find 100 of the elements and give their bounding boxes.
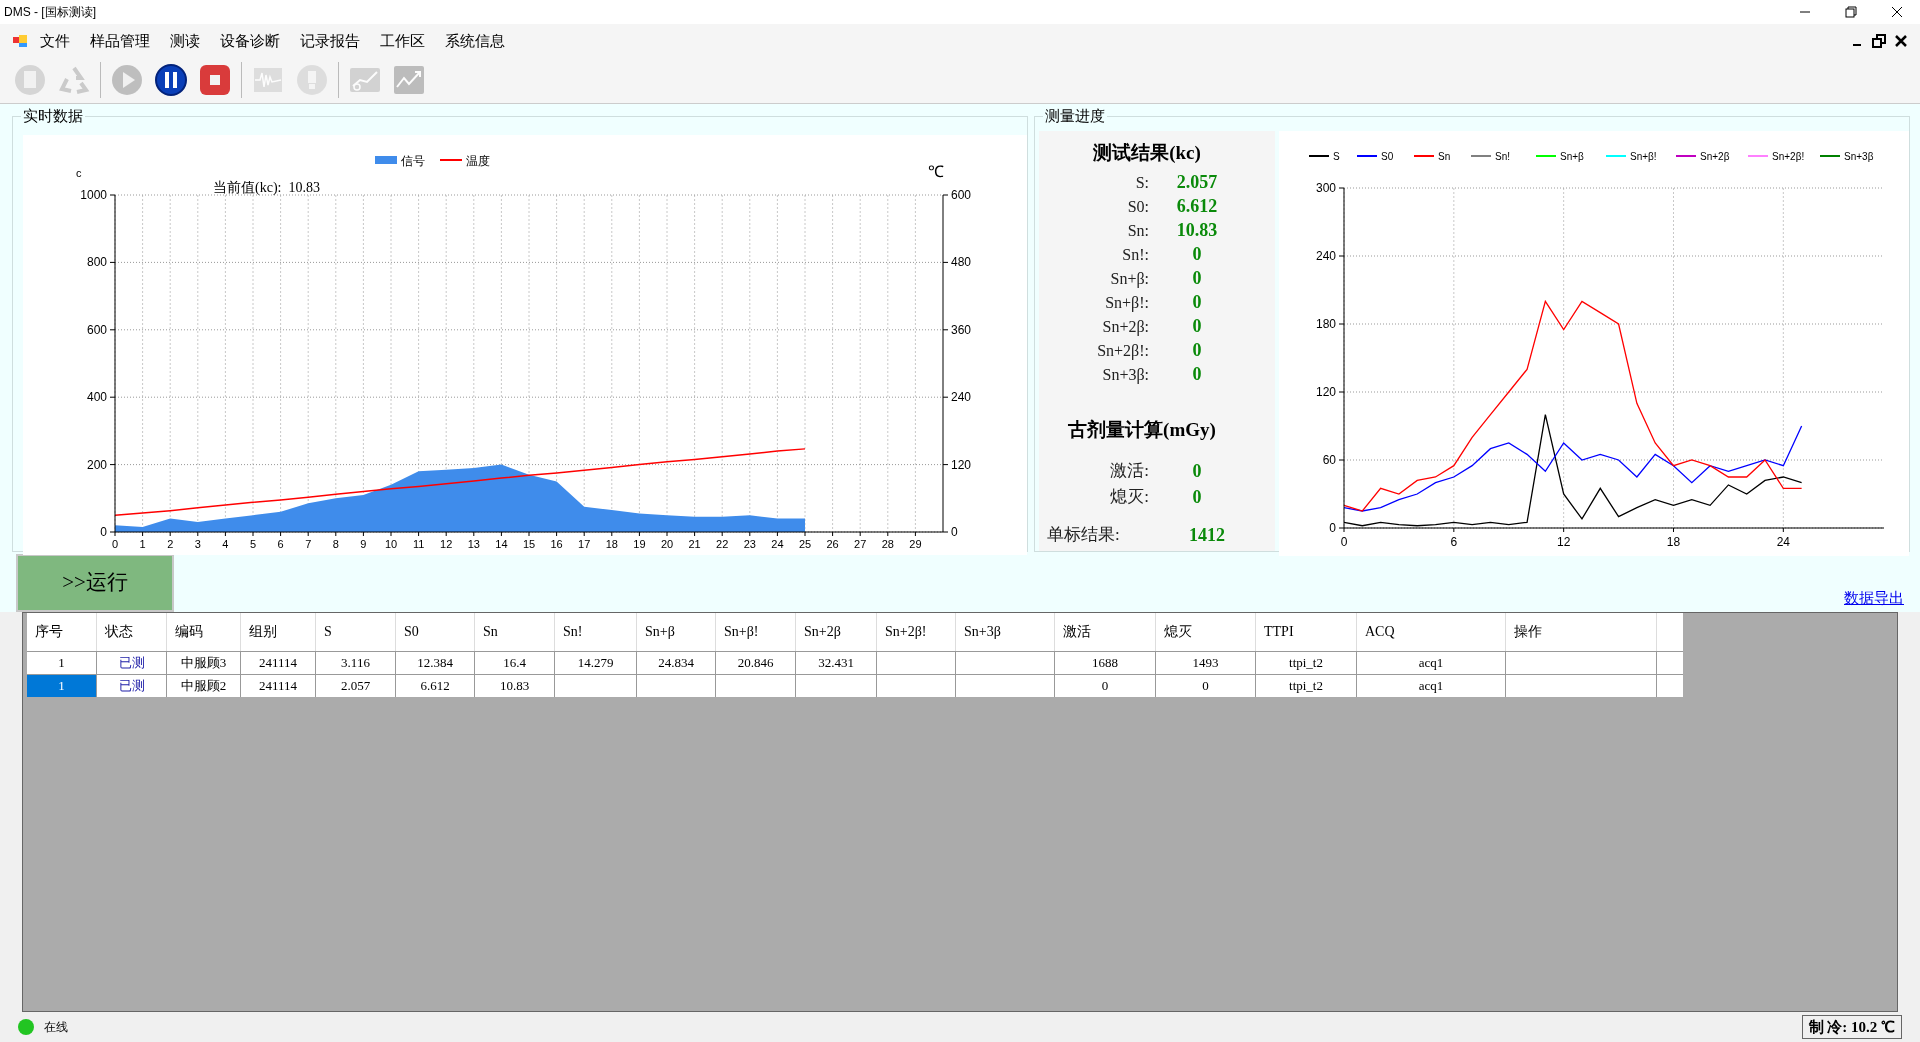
menu-item[interactable]: 工作区	[372, 29, 433, 53]
column-header[interactable]: 状态	[97, 612, 167, 651]
pause-icon[interactable]	[154, 63, 188, 98]
result-value: 0	[1191, 315, 1203, 339]
x-tick-label: 9	[360, 537, 367, 550]
column-header[interactable]: 序号	[27, 612, 97, 651]
table-cell: 中服顾2	[167, 674, 241, 697]
column-header[interactable]: 组别	[241, 612, 316, 651]
table-cell: 0	[1055, 674, 1156, 697]
legend-line	[1356, 154, 1378, 157]
dose-title: 古剂量计算(mGy)	[1068, 418, 1217, 443]
y-tick-label: 240	[951, 389, 972, 404]
export-link[interactable]: 数据导出	[1844, 587, 1904, 610]
legend-label: 信号	[401, 153, 425, 168]
menu-item[interactable]: 设备诊断	[212, 29, 288, 53]
column-header[interactable]: Sn+2β!	[877, 612, 956, 651]
column-header[interactable]: 操作	[1506, 612, 1657, 651]
column-header[interactable]: S	[316, 612, 396, 651]
x-tick-label: 27	[854, 537, 867, 550]
restore-icon[interactable]	[1872, 33, 1886, 48]
result-label: Sn+2β:	[1101, 317, 1149, 338]
y-tick-label: 360	[951, 322, 972, 337]
result-label: S0:	[1126, 197, 1149, 218]
column-header[interactable]: Sn+β	[637, 612, 716, 651]
column-header[interactable]: ACQ	[1357, 612, 1506, 651]
column-header[interactable]: S0	[396, 612, 475, 651]
table-cell: 1688	[1055, 651, 1156, 674]
menu-item[interactable]: 测读	[162, 29, 208, 53]
result-value: 10.83	[1175, 219, 1219, 243]
x-tick-label: 24	[1776, 534, 1790, 549]
x-tick-label: 21	[688, 537, 701, 550]
dose-value: 0	[1191, 485, 1203, 509]
column-header[interactable]: 编码	[167, 612, 241, 651]
table-cell: acq1	[1357, 674, 1506, 697]
legend-label: Sn+2β	[1700, 150, 1730, 162]
x-tick-label: 12	[1557, 534, 1571, 549]
legend-swatch	[375, 155, 397, 164]
x-tick-label: 3	[194, 537, 201, 550]
result-label: Sn:	[1126, 221, 1149, 242]
legend-label: S0	[1381, 150, 1394, 162]
legend-line	[1413, 154, 1435, 157]
x-tick-label: 25	[798, 537, 812, 550]
menu-item[interactable]: 系统信息	[437, 29, 513, 53]
column-header[interactable]: 激活	[1055, 612, 1156, 651]
close-icon[interactable]	[1894, 33, 1908, 48]
result-label: Sn!:	[1121, 245, 1149, 266]
y-axis-unit: ℃	[928, 162, 944, 180]
table-cell: 20.846	[716, 651, 796, 674]
column-header[interactable]: Sn	[475, 612, 555, 651]
x-tick-label: 19	[633, 537, 646, 550]
table-cell: 已测	[97, 674, 167, 697]
column-header[interactable]: Sn+2β	[796, 612, 877, 651]
window-title: DMS - [国标测读]	[3, 4, 96, 21]
y-tick-label: 200	[86, 457, 107, 472]
legend-line	[1605, 154, 1627, 157]
y-tick-label: 240	[1315, 248, 1336, 263]
menu-item[interactable]: 样品管理	[82, 29, 158, 53]
column-header[interactable]: Sn!	[555, 612, 637, 651]
column-header[interactable]: 熄灭	[1156, 612, 1256, 651]
dose-label: 熄灭:	[1109, 485, 1149, 508]
x-tick-label: 8	[332, 537, 339, 550]
table-cell: 1	[27, 651, 97, 674]
single-result-value: 1412	[1188, 523, 1226, 547]
x-tick-label: 24	[771, 537, 784, 550]
table-cell: 10.83	[475, 674, 555, 697]
table-cell: 241114	[241, 651, 316, 674]
legend-line	[1675, 154, 1697, 157]
y-tick-label: 120	[1315, 384, 1336, 399]
legend-line	[1535, 154, 1557, 157]
legend-label: Sn!	[1495, 150, 1510, 162]
table-cell: 32.431	[796, 651, 877, 674]
x-tick-label: 14	[495, 537, 508, 550]
y-tick-label: 60	[1322, 452, 1336, 467]
x-tick-label: 0	[1340, 534, 1348, 549]
result-value: 0	[1191, 339, 1203, 363]
column-header[interactable]: TTPI	[1256, 612, 1357, 651]
legend-label: S	[1333, 150, 1340, 162]
y-tick-label: 600	[86, 322, 107, 337]
table-cell: ttpi_t2	[1256, 651, 1357, 674]
legend-line	[1470, 154, 1492, 157]
menu-item[interactable]: 文件	[32, 29, 78, 53]
y-tick-label: 0	[951, 524, 958, 539]
column-header[interactable]: Sn+β!	[716, 612, 796, 651]
result-label: Sn+β:	[1109, 269, 1149, 290]
legend-line	[439, 158, 463, 161]
result-label: S:	[1134, 173, 1149, 194]
table-cell: 12.384	[396, 651, 475, 674]
legend-line	[1747, 154, 1769, 157]
table-cell: 2.057	[316, 674, 396, 697]
result-label: Sn+2β!:	[1096, 341, 1149, 362]
column-header[interactable]: Sn+3β	[956, 612, 1055, 651]
x-tick-label: 15	[522, 537, 536, 550]
x-tick-label: 17	[578, 537, 591, 550]
app-icon[interactable]	[12, 32, 28, 49]
run-button[interactable]: >>运行	[16, 553, 174, 612]
legend-label: Sn+β	[1560, 150, 1584, 162]
menu-item[interactable]: 记录报告	[292, 29, 368, 53]
x-tick-label: 6	[1450, 534, 1458, 549]
table-cell: ttpi_t2	[1256, 674, 1357, 697]
stop-icon[interactable]	[198, 63, 232, 98]
